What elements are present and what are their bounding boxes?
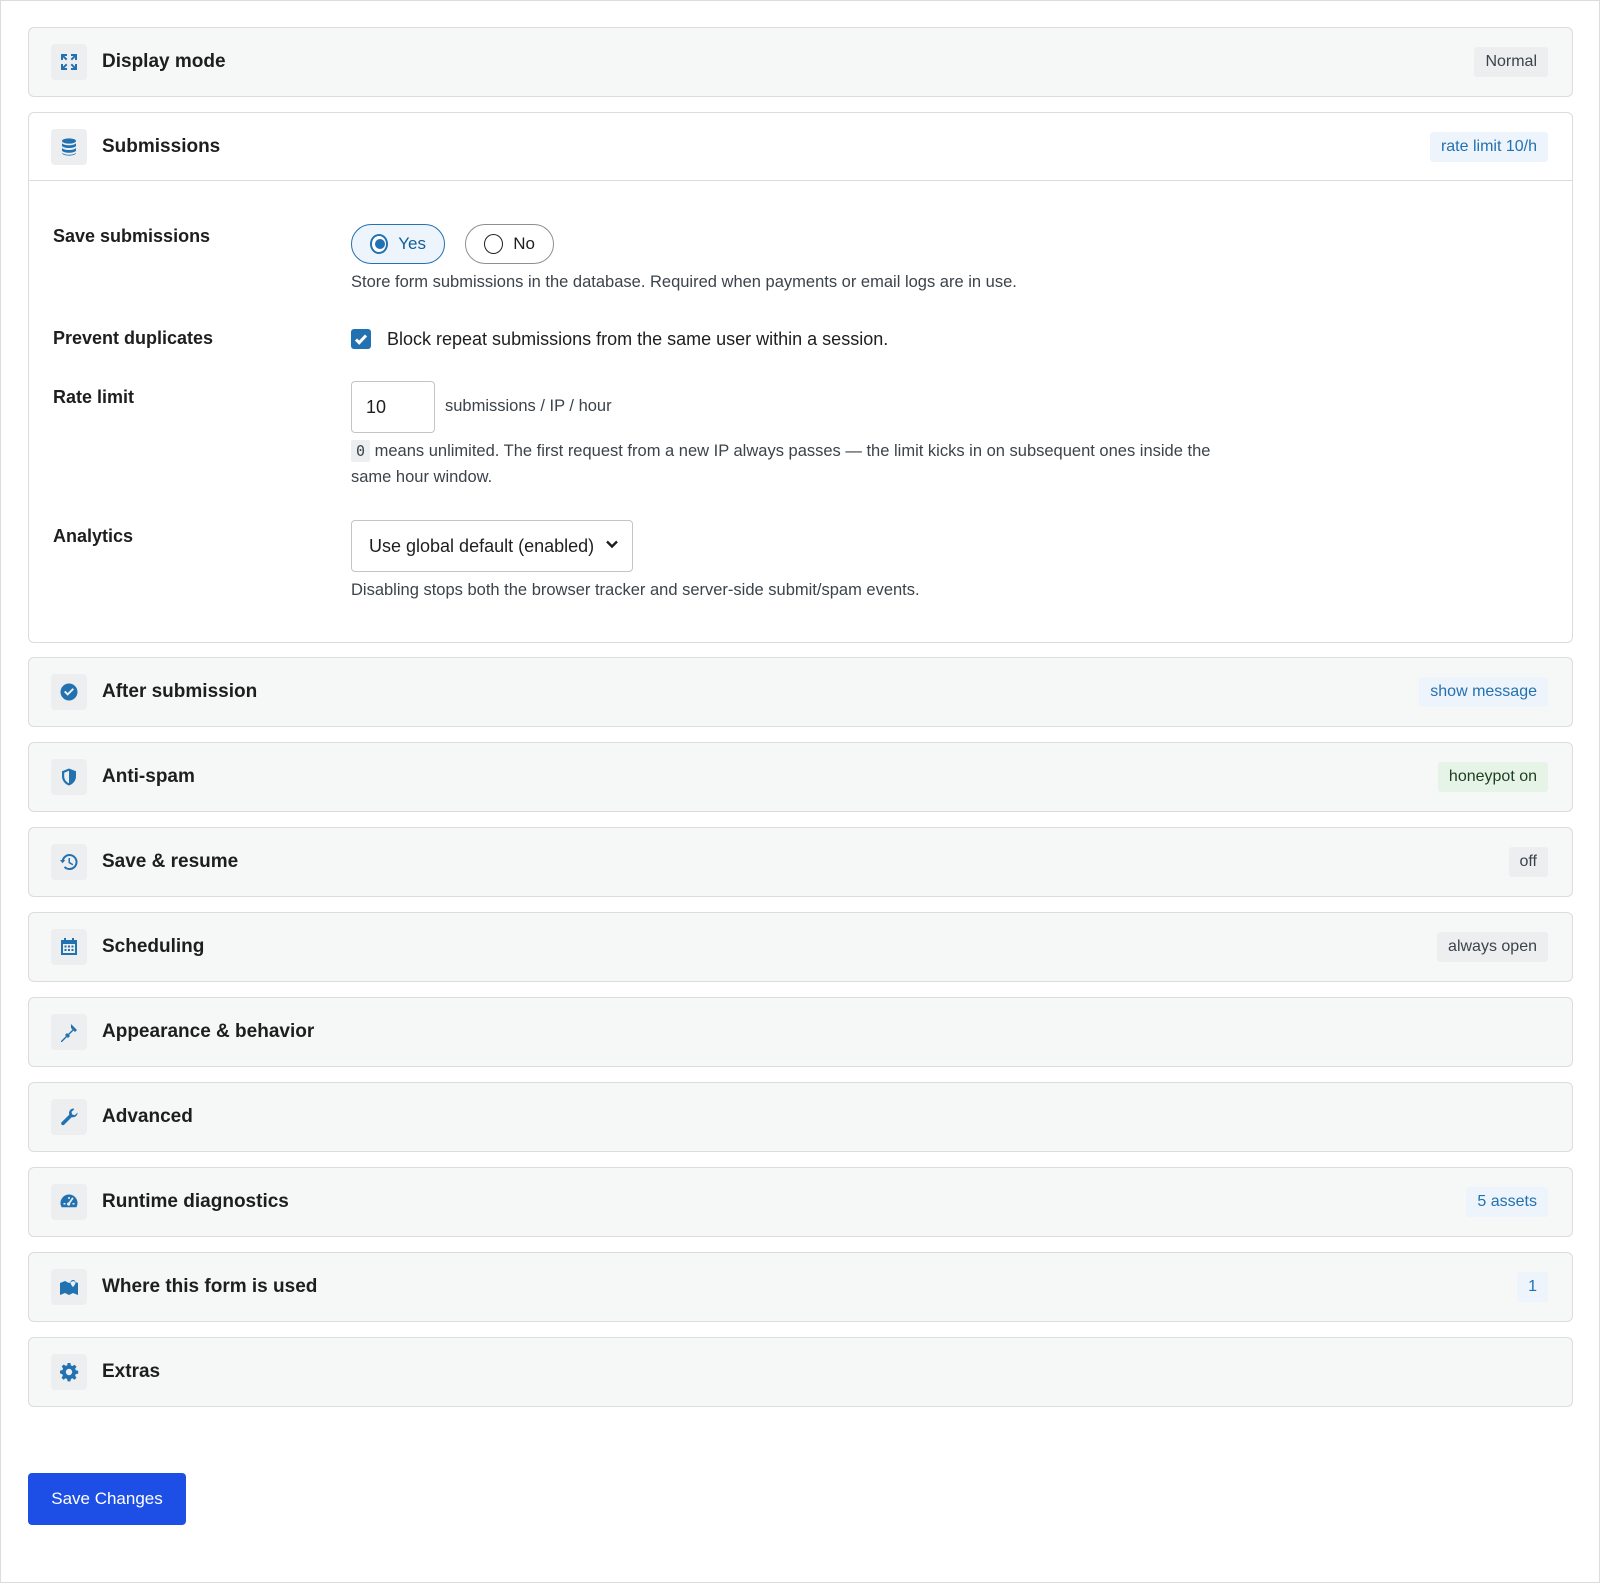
code-zero: 0: [351, 440, 371, 462]
panel-advanced: Advanced: [28, 1082, 1573, 1152]
panel-header-appearance[interactable]: Appearance & behavior: [29, 998, 1572, 1066]
panel-title: Advanced: [102, 1106, 193, 1127]
panel-usage: Where this form is used 1: [28, 1252, 1573, 1322]
panel-header-submissions[interactable]: Submissions rate limit 10/h: [29, 113, 1572, 181]
analytics-help-text: Disabling stops both the browser tracker…: [351, 581, 920, 599]
panel-title: Submissions: [102, 135, 221, 157]
status-badge: honeypot on: [1437, 762, 1548, 792]
panel-title: Anti-spam: [102, 766, 195, 787]
save-changes-button[interactable]: Save Changes: [28, 1473, 186, 1525]
panel-extras: Extras: [28, 1337, 1573, 1407]
panel-title: Appearance & behavior: [102, 1021, 315, 1042]
save-help-text: Store form submissions in the database. …: [351, 273, 1017, 291]
gauge-icon: [51, 1184, 87, 1220]
expand-icon: [51, 44, 87, 80]
submissions-body: Save submissions Yes No Store form submi…: [29, 181, 1572, 642]
panel-anti-spam: Anti-spam honeypot on: [28, 742, 1573, 812]
analytics-label: Analytics: [53, 526, 134, 546]
save-no-radio[interactable]: No: [465, 224, 554, 264]
rate-limit-help: 0 means unlimited. The first request fro…: [351, 438, 1271, 490]
panel-title: Display mode: [102, 51, 226, 72]
panel-header-after-submission[interactable]: After submission show message: [29, 658, 1572, 726]
panel-display-mode: Display mode Normal: [28, 27, 1573, 97]
save-yes-radio[interactable]: Yes: [351, 224, 445, 264]
status-badge: always open: [1437, 932, 1548, 962]
prevent-duplicates-text[interactable]: Block repeat submissions from the same u…: [387, 329, 888, 350]
panel-title: Scheduling: [102, 936, 205, 957]
shield-icon: [51, 759, 87, 795]
panel-header-extras[interactable]: Extras: [29, 1338, 1572, 1406]
radio-unchecked-icon: [484, 234, 504, 254]
history-icon: [51, 844, 87, 880]
panel-header-scheduling[interactable]: Scheduling always open: [29, 913, 1572, 981]
brush-icon: [51, 1014, 87, 1050]
wrench-icon: [51, 1099, 87, 1135]
database-icon: [51, 128, 87, 165]
panel-title: Save & resume: [102, 851, 239, 872]
status-badge: Normal: [1474, 47, 1548, 77]
save-submissions-label: Save submissions: [53, 226, 211, 246]
status-badge: 1: [1517, 1272, 1548, 1302]
panel-title: After submission: [102, 681, 258, 702]
panel-title: Runtime diagnostics: [102, 1191, 289, 1212]
gear-icon: [51, 1354, 87, 1390]
checkmark-icon: [354, 334, 368, 345]
panel-title: Where this form is used: [102, 1276, 318, 1297]
radio-checked-icon: [370, 234, 389, 254]
panel-header-display-mode[interactable]: Display mode Normal: [29, 28, 1572, 96]
status-badge: rate limit 10/h: [1429, 131, 1548, 162]
rate-limit-input[interactable]: [351, 381, 435, 433]
map-icon: [51, 1269, 87, 1305]
radio-label: Yes: [398, 234, 426, 253]
panel-submissions: Submissions rate limit 10/h Save submiss…: [28, 112, 1573, 643]
rate-help-line2: same hour window.: [351, 468, 493, 486]
panel-header-diagnostics[interactable]: Runtime diagnostics 5 assets: [29, 1168, 1572, 1236]
panel-save-resume: Save & resume off: [28, 827, 1573, 897]
status-badge: show message: [1419, 677, 1548, 707]
panel-header-advanced[interactable]: Advanced: [29, 1083, 1572, 1151]
rate-limit-unit: submissions / IP / hour: [445, 397, 612, 415]
rate-help-line1: means unlimited. The first request from …: [374, 442, 1211, 460]
panel-header-save-resume[interactable]: Save & resume off: [29, 828, 1572, 896]
prevent-duplicates-checkbox[interactable]: [351, 329, 371, 349]
panel-header-anti-spam[interactable]: Anti-spam honeypot on: [29, 743, 1572, 811]
panel-after-submission: After submission show message: [28, 657, 1573, 727]
panel-scheduling: Scheduling always open: [28, 912, 1573, 982]
radio-label: No: [513, 234, 535, 253]
status-badge: 5 assets: [1466, 1187, 1548, 1217]
rate-limit-label: Rate limit: [53, 387, 135, 407]
analytics-select[interactable]: Use global default (enabled): [351, 520, 633, 572]
status-badge: off: [1508, 847, 1548, 877]
panel-diagnostics: Runtime diagnostics 5 assets: [28, 1167, 1573, 1237]
prevent-duplicates-label: Prevent duplicates: [53, 328, 214, 348]
settings-page: Display mode Normal Submissions rate lim…: [0, 0, 1600, 1583]
calendar-icon: [51, 929, 87, 965]
panel-title: Extras: [102, 1361, 161, 1382]
check-circle-icon: [51, 674, 87, 710]
panel-appearance: Appearance & behavior: [28, 997, 1573, 1067]
chevron-down-icon: [604, 536, 620, 557]
analytics-selected-value: Use global default (enabled): [369, 535, 595, 556]
panel-header-usage[interactable]: Where this form is used 1: [29, 1253, 1572, 1321]
